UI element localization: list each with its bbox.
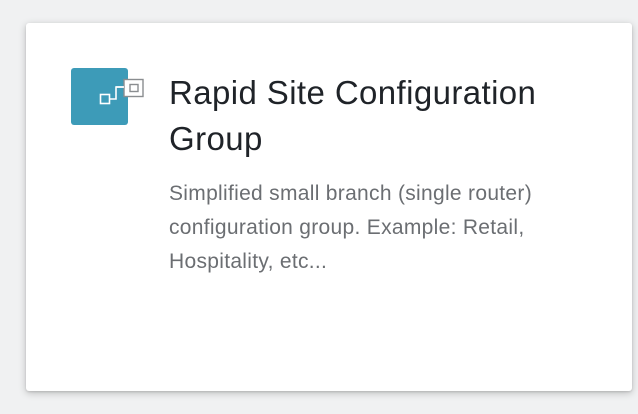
card-title: Rapid Site Configuration Group	[169, 74, 537, 157]
card-description: Simplified small branch (single router) …	[169, 182, 532, 273]
configuration-group-icon	[71, 68, 149, 126]
configuration-group-card[interactable]: Rapid Site Configuration Group Simplifie…	[26, 23, 632, 391]
